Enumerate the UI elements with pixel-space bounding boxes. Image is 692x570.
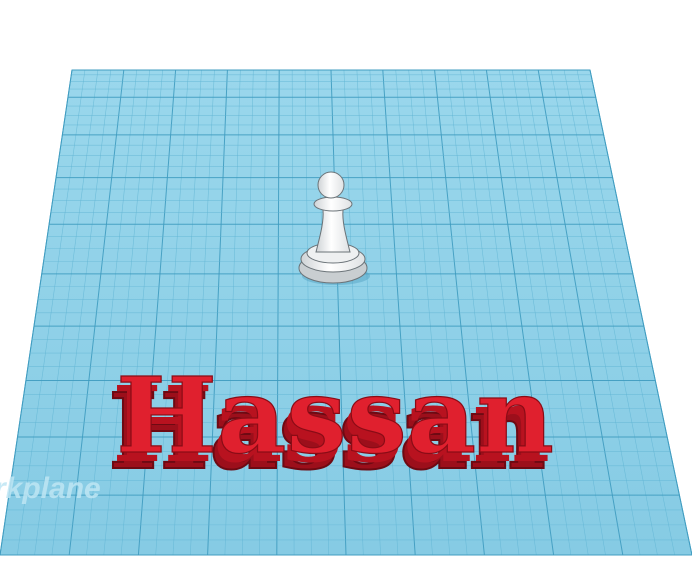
- 3d-scene[interactable]: rkplane Hassan Hassan Hassan: [0, 0, 692, 570]
- design-viewport[interactable]: rkplane Hassan Hassan Hassan: [0, 0, 692, 570]
- pawn-head: [317, 171, 345, 199]
- pawn-collar: [313, 196, 353, 212]
- workplane-watermark: rkplane: [0, 472, 101, 505]
- text-shape-face: Hassan: [116, 354, 554, 477]
- text-shape[interactable]: Hassan Hassan Hassan: [107, 353, 555, 494]
